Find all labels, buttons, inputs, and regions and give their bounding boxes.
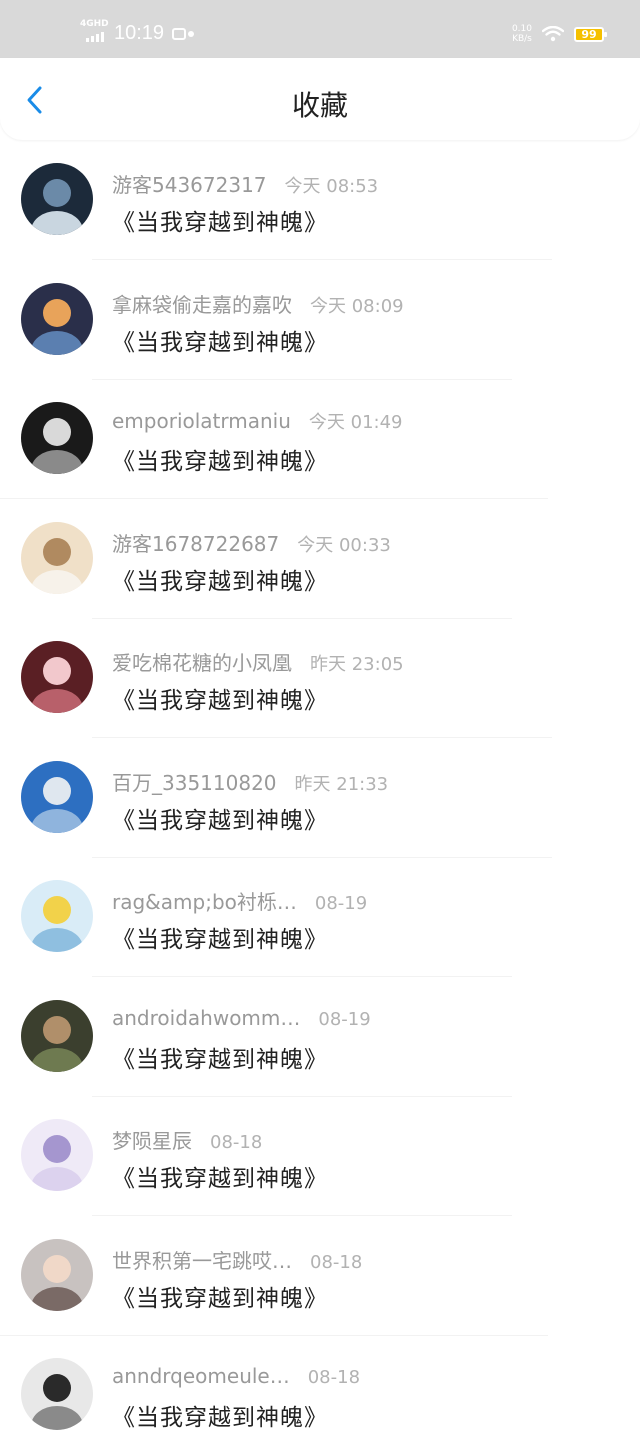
battery-icon: 99 <box>574 26 607 42</box>
item-meta: androidahwomm… 08-19 <box>112 1006 371 1030</box>
list-item[interactable]: 梦陨星辰 08-18 《当我穿越到神魄》 <box>0 1096 640 1216</box>
username[interactable]: 游客543672317 <box>112 169 267 198</box>
timestamp: 昨天 21:33 <box>294 773 389 795</box>
item-meta: anndrqeomeule… 08-18 <box>112 1364 360 1388</box>
item-title[interactable]: 《当我穿越到神魄》 <box>112 442 328 476</box>
item-title[interactable]: 《当我穿越到神魄》 <box>112 801 328 835</box>
list-item[interactable]: 世界积第一宅跳哎… 08-18 《当我穿越到神魄》 <box>0 1216 640 1336</box>
item-title[interactable]: 《当我穿越到神魄》 <box>112 1279 328 1313</box>
username[interactable]: 拿麻袋偷走嘉的嘉吹 <box>112 289 292 318</box>
timestamp: 08-19 <box>314 893 368 914</box>
item-meta: 世界积第一宅跳哎… 08-18 <box>112 1245 362 1274</box>
avatar[interactable] <box>21 760 93 833</box>
avatar[interactable] <box>21 402 93 474</box>
list-item[interactable]: 拿麻袋偷走嘉的嘉吹 今天 08:09 《当我穿越到神魄》 <box>0 260 640 380</box>
item-title[interactable]: 《当我穿越到神魄》 <box>112 562 328 596</box>
item-title[interactable]: 《当我穿越到神魄》 <box>112 681 328 715</box>
list-item[interactable]: rag&amp;bo衬栎… 08-19 《当我穿越到神魄》 <box>0 857 640 977</box>
username[interactable]: 梦陨星辰 <box>112 1125 192 1154</box>
item-meta: 爱吃棉花糖的小凤凰 昨天 23:05 <box>112 647 404 676</box>
avatar[interactable] <box>21 641 93 713</box>
signal-icon <box>86 31 104 42</box>
item-meta: rag&amp;bo衬栎… 08-19 <box>112 886 367 915</box>
avatar[interactable] <box>21 1119 93 1191</box>
timestamp: 今天 01:49 <box>308 412 403 433</box>
avatar[interactable] <box>21 1238 93 1311</box>
username[interactable]: 游客1678722687 <box>112 528 279 557</box>
avatar[interactable] <box>21 999 93 1072</box>
username[interactable]: anndrqeomeule… <box>112 1364 290 1388</box>
list-item[interactable]: 爱吃棉花糖的小凤凰 昨天 23:05 《当我穿越到神魄》 <box>0 618 640 738</box>
item-meta: 游客1678722687 今天 00:33 <box>112 528 391 557</box>
timestamp: 今天 08:53 <box>284 176 379 197</box>
avatar[interactable] <box>21 163 93 235</box>
nav-bar: 收藏 <box>0 58 640 140</box>
list-item[interactable]: emporiolatrmaniu 今天 01:49 《当我穿越到神魄》 <box>0 379 640 499</box>
timestamp: 今天 00:33 <box>297 534 391 556</box>
avatar[interactable] <box>21 1358 93 1430</box>
status-time: 10:19 <box>114 22 165 44</box>
battery-level: 99 <box>581 27 597 41</box>
status-bar: 4GHD 10:19 0.10 KB/s 99 <box>0 0 640 58</box>
timestamp: 昨天 23:05 <box>310 654 404 675</box>
list-item[interactable]: 百万_335110820 昨天 21:33 《当我穿越到神魄》 <box>0 738 640 858</box>
item-meta: 游客543672317 今天 08:53 <box>112 169 378 198</box>
speed-unit: KB/s <box>512 34 532 44</box>
item-meta: emporiolatrmaniu 今天 01:49 <box>112 408 403 434</box>
speed-value: 0.10 <box>511 24 532 34</box>
timestamp: 08-19 <box>318 1008 371 1030</box>
list-item[interactable]: 游客1678722687 今天 00:33 《当我穿越到神魄》 <box>0 499 640 619</box>
item-title[interactable]: 《当我穿越到神魄》 <box>112 1159 328 1193</box>
status-left: 4GHD 10:19 <box>80 19 195 45</box>
avatar[interactable] <box>21 880 93 952</box>
network-icon: 4GHD <box>80 19 110 45</box>
network-type: 4GHD <box>80 18 109 29</box>
username[interactable]: 百万_335110820 <box>112 767 277 796</box>
message-icon <box>172 27 187 40</box>
network-speed: 0.10 KB/s <box>512 24 532 44</box>
dot-icon <box>188 30 195 37</box>
username[interactable]: 爱吃棉花糖的小凤凰 <box>112 647 292 676</box>
username[interactable]: emporiolatrmaniu <box>112 409 291 433</box>
item-meta: 梦陨星辰 08-18 <box>112 1125 262 1154</box>
item-title[interactable]: 《当我穿越到神魄》 <box>112 1040 328 1074</box>
timestamp: 08-18 <box>210 1132 263 1153</box>
favorites-list: 游客543672317 今天 08:53 《当我穿越到神魄》 拿麻袋偷走嘉的嘉吹 今天 … <box>0 140 640 1455</box>
timestamp: 08-18 <box>310 1251 363 1273</box>
list-item[interactable]: androidahwomm… 08-19 《当我穿越到神魄》 <box>0 977 640 1097</box>
username[interactable]: androidahwomm… <box>112 1006 300 1030</box>
item-title[interactable]: 《当我穿越到神魄》 <box>112 1398 328 1432</box>
avatar[interactable] <box>21 521 93 594</box>
status-right: 0.10 KB/s 99 <box>512 24 607 44</box>
page-title: 收藏 <box>291 89 348 122</box>
avatar[interactable] <box>21 282 93 355</box>
list-item[interactable]: anndrqeomeule… 08-18 《当我穿越到神魄》 <box>0 1335 640 1455</box>
timestamp: 08-18 <box>307 1367 361 1388</box>
item-title[interactable]: 《当我穿越到神魄》 <box>112 323 328 357</box>
username[interactable]: rag&amp;bo衬栎… <box>112 886 297 915</box>
item-title[interactable]: 《当我穿越到神魄》 <box>112 203 328 237</box>
username[interactable]: 世界积第一宅跳哎… <box>112 1245 292 1274</box>
list-item[interactable]: 游客543672317 今天 08:53 《当我穿越到神魄》 <box>0 140 640 260</box>
timestamp: 今天 08:09 <box>310 295 404 317</box>
item-meta: 百万_335110820 昨天 21:33 <box>112 767 388 796</box>
item-meta: 拿麻袋偷走嘉的嘉吹 今天 08:09 <box>112 289 404 318</box>
wifi-icon <box>542 26 564 42</box>
item-title[interactable]: 《当我穿越到神魄》 <box>112 920 328 954</box>
